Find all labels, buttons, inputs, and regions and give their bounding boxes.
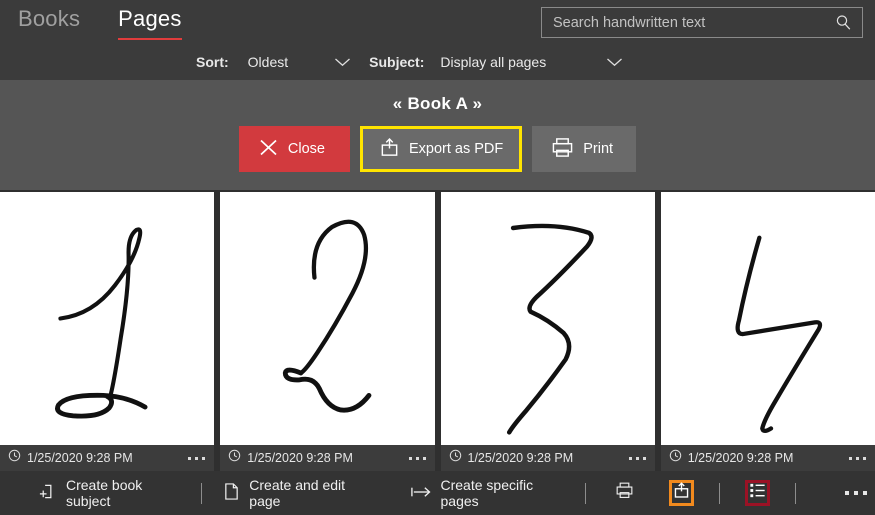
book-header: « Book A » Close Export as PDF Print [0, 80, 875, 190]
toolbar-list-view-button[interactable] [745, 480, 770, 506]
create-specific-pages-button[interactable]: Create specific pages [398, 476, 577, 510]
toolbar-overflow-more-dots-icon[interactable] [837, 491, 875, 495]
clock-icon [228, 449, 241, 467]
tab-pages[interactable]: Pages [108, 2, 191, 40]
sort-label: Sort: [196, 54, 229, 70]
page-card[interactable]: 1/25/2020 9:28 PM [440, 190, 655, 471]
bottom-toolbar: Create book subject Create and edit page [0, 471, 875, 515]
page-timestamp: 1/25/2020 9:28 PM [467, 451, 574, 465]
share-export-icon [672, 481, 691, 505]
sort-chevron-down-icon[interactable] [334, 57, 351, 67]
page-more-dots-icon[interactable] [408, 456, 426, 460]
filter-bar: Sort: Oldest Subject: Display all pages [0, 46, 875, 78]
print-button[interactable]: Print [532, 126, 637, 172]
page-more-dots-icon[interactable] [188, 456, 206, 460]
close-button[interactable]: Close [238, 126, 350, 172]
list-view-icon [748, 481, 767, 505]
book-action-buttons: Close Export as PDF Print [238, 126, 637, 172]
page-more-dots-icon[interactable] [628, 456, 646, 460]
page-card[interactable]: 1/25/2020 9:28 PM [0, 190, 215, 471]
page-card-grid: 1/25/2020 9:28 PM 1/25/2020 9:28 PM 1/25… [0, 190, 875, 471]
subject-label: Subject: [369, 54, 425, 70]
search-icon[interactable] [835, 14, 862, 31]
search-placeholder: Search handwritten text [553, 14, 706, 31]
tab-bar: Books Pages [8, 2, 192, 40]
page-card[interactable]: 1/25/2020 9:28 PM [660, 190, 875, 471]
share-export-icon [379, 137, 400, 162]
page-timestamp: 1/25/2020 9:28 PM [247, 451, 353, 465]
create-and-edit-page-button[interactable]: Create and edit page [211, 476, 381, 510]
handwritten-digit-two-icon [283, 219, 372, 413]
page-timestamp: 1/25/2020 9:28 PM [27, 451, 133, 465]
page-card-footer: 1/25/2020 9:28 PM [0, 445, 215, 471]
create-book-subject-button[interactable]: Create book subject [26, 476, 192, 510]
tab-books[interactable]: Books [8, 2, 90, 38]
clock-icon [8, 449, 21, 467]
handwritten-digit-four-icon [735, 235, 822, 434]
toolbar-share-export-button[interactable] [669, 480, 694, 506]
tab-books-label: Books [18, 6, 81, 31]
page-title: « Book A » [392, 94, 483, 113]
handwriting-thumbnail[interactable] [660, 192, 875, 445]
search-input[interactable]: Search handwritten text [541, 7, 863, 38]
toolbar-divider [719, 482, 720, 504]
handwritten-digit-three-icon [506, 223, 594, 435]
sort-value[interactable]: Oldest [248, 54, 288, 70]
handwriting-thumbnail[interactable] [440, 192, 655, 445]
page-timestamp: 1/25/2020 9:28 PM [687, 451, 794, 465]
toolbar-divider [585, 482, 586, 504]
toolbar-divider [795, 482, 796, 504]
print-button-label: Print [583, 141, 614, 157]
app-window: Books Pages Search handwritten text Sort… [0, 0, 875, 515]
tab-pages-label: Pages [118, 6, 182, 31]
page-card[interactable]: 1/25/2020 9:28 PM [220, 190, 435, 471]
handwriting-thumbnail[interactable] [0, 192, 215, 445]
new-book-subject-icon [38, 482, 57, 504]
create-book-subject-label: Create book subject [66, 477, 143, 509]
printer-icon [551, 137, 574, 162]
page-card-footer: 1/25/2020 9:28 PM [660, 445, 875, 471]
close-button-label: Close [287, 141, 325, 157]
clock-icon [449, 449, 462, 467]
create-and-edit-page-label: Create and edit page [249, 477, 346, 509]
clock-icon [669, 449, 682, 467]
page-card-footer: 1/25/2020 9:28 PM [220, 445, 435, 471]
page-card-footer: 1/25/2020 9:28 PM [440, 445, 655, 471]
subject-chevron-down-icon[interactable] [606, 57, 623, 67]
toolbar-divider [201, 482, 203, 504]
printer-icon [614, 481, 635, 505]
export-as-pdf-button[interactable]: Export as PDF [359, 126, 523, 172]
subject-value[interactable]: Display all pages [440, 54, 546, 70]
export-as-pdf-label: Export as PDF [408, 141, 504, 157]
close-x-icon [258, 137, 279, 162]
handwritten-digit-one-icon [55, 227, 148, 419]
page-more-dots-icon[interactable] [849, 456, 866, 460]
arrow-right-from-bar-icon [410, 485, 432, 502]
handwriting-thumbnail[interactable] [220, 192, 435, 445]
create-specific-pages-label: Create specific pages [440, 477, 534, 509]
page-icon [223, 482, 240, 504]
top-bar: Books Pages Search handwritten text Sort… [0, 0, 875, 80]
toolbar-print-button[interactable] [611, 480, 637, 506]
